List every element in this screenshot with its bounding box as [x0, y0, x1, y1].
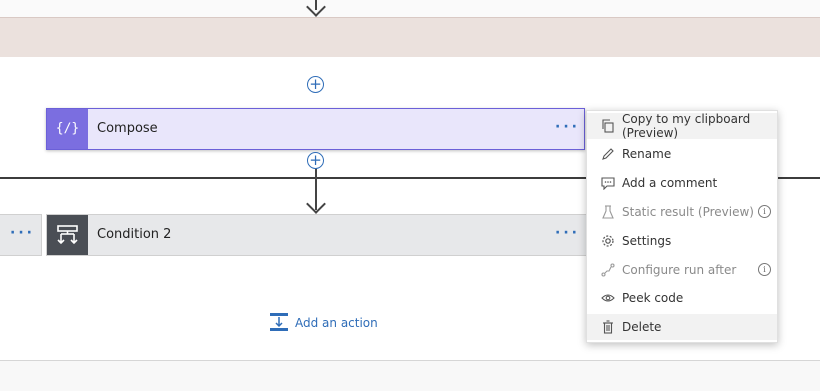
trash-icon — [601, 320, 615, 334]
menu-item-label: Delete — [622, 320, 662, 334]
top-strip — [0, 0, 820, 18]
bottom-strip — [0, 360, 820, 391]
scope-band — [0, 18, 820, 57]
condition-more-button[interactable]: ··· — [555, 225, 580, 241]
compose-more-button[interactable]: ··· — [555, 119, 580, 135]
condition-action-card[interactable]: Condition 2 ··· — [46, 214, 588, 256]
compose-title: Compose — [97, 121, 158, 136]
menu-item-label: Add a comment — [622, 176, 718, 190]
compose-action-card[interactable]: {∕} Compose ··· — [46, 108, 585, 150]
flask-icon — [601, 205, 615, 219]
menu-item-label: Static result (Preview) — [622, 205, 754, 219]
menu-item-copy-to-clipboard[interactable]: Copy to my clipboard (Preview) — [587, 112, 777, 140]
menu-item-add-comment[interactable]: Add a comment — [587, 170, 777, 196]
plus-icon: + — [309, 75, 322, 93]
menu-item-peek-code[interactable]: Peek code — [587, 285, 777, 311]
menu-item-settings[interactable]: Settings — [587, 228, 777, 254]
info-icon[interactable]: i — [758, 205, 771, 218]
menu-item-delete[interactable]: Delete — [587, 314, 777, 340]
condition-icon — [47, 215, 88, 255]
pencil-icon — [601, 147, 615, 161]
down-arrow-icon — [306, 194, 326, 214]
menu-item-rename[interactable]: Rename — [587, 141, 777, 167]
run-after-icon — [601, 263, 615, 277]
menu-item-label: Settings — [622, 234, 672, 248]
sibling-action-card[interactable]: ··· — [0, 214, 42, 256]
compose-braces-icon: {∕} — [47, 109, 88, 149]
copy-icon — [601, 119, 615, 133]
add-action-label: Add an action — [295, 316, 378, 330]
insert-step-button[interactable]: + — [307, 76, 324, 93]
eye-icon — [601, 291, 615, 305]
insert-step-button[interactable]: + — [307, 152, 324, 169]
menu-item-configure-run-after[interactable]: Configure run after i — [587, 257, 777, 283]
menu-item-static-result[interactable]: Static result (Preview) i — [587, 199, 777, 225]
menu-item-label: Copy to my clipboard (Preview) — [622, 112, 751, 140]
menu-item-label: Configure run after — [622, 263, 737, 277]
menu-item-label: Peek code — [622, 291, 684, 305]
sibling-more-button[interactable]: ··· — [10, 225, 35, 241]
info-icon[interactable]: i — [758, 263, 771, 276]
plus-icon: + — [309, 151, 322, 169]
action-context-menu: Copy to my clipboard (Preview) Rename Ad… — [586, 110, 778, 343]
gear-icon — [601, 234, 615, 248]
condition-title: Condition 2 — [97, 227, 172, 242]
add-action-button[interactable]: Add an action — [269, 312, 378, 335]
menu-item-label: Rename — [622, 147, 672, 161]
add-action-icon — [269, 312, 289, 335]
comment-icon — [601, 176, 615, 190]
